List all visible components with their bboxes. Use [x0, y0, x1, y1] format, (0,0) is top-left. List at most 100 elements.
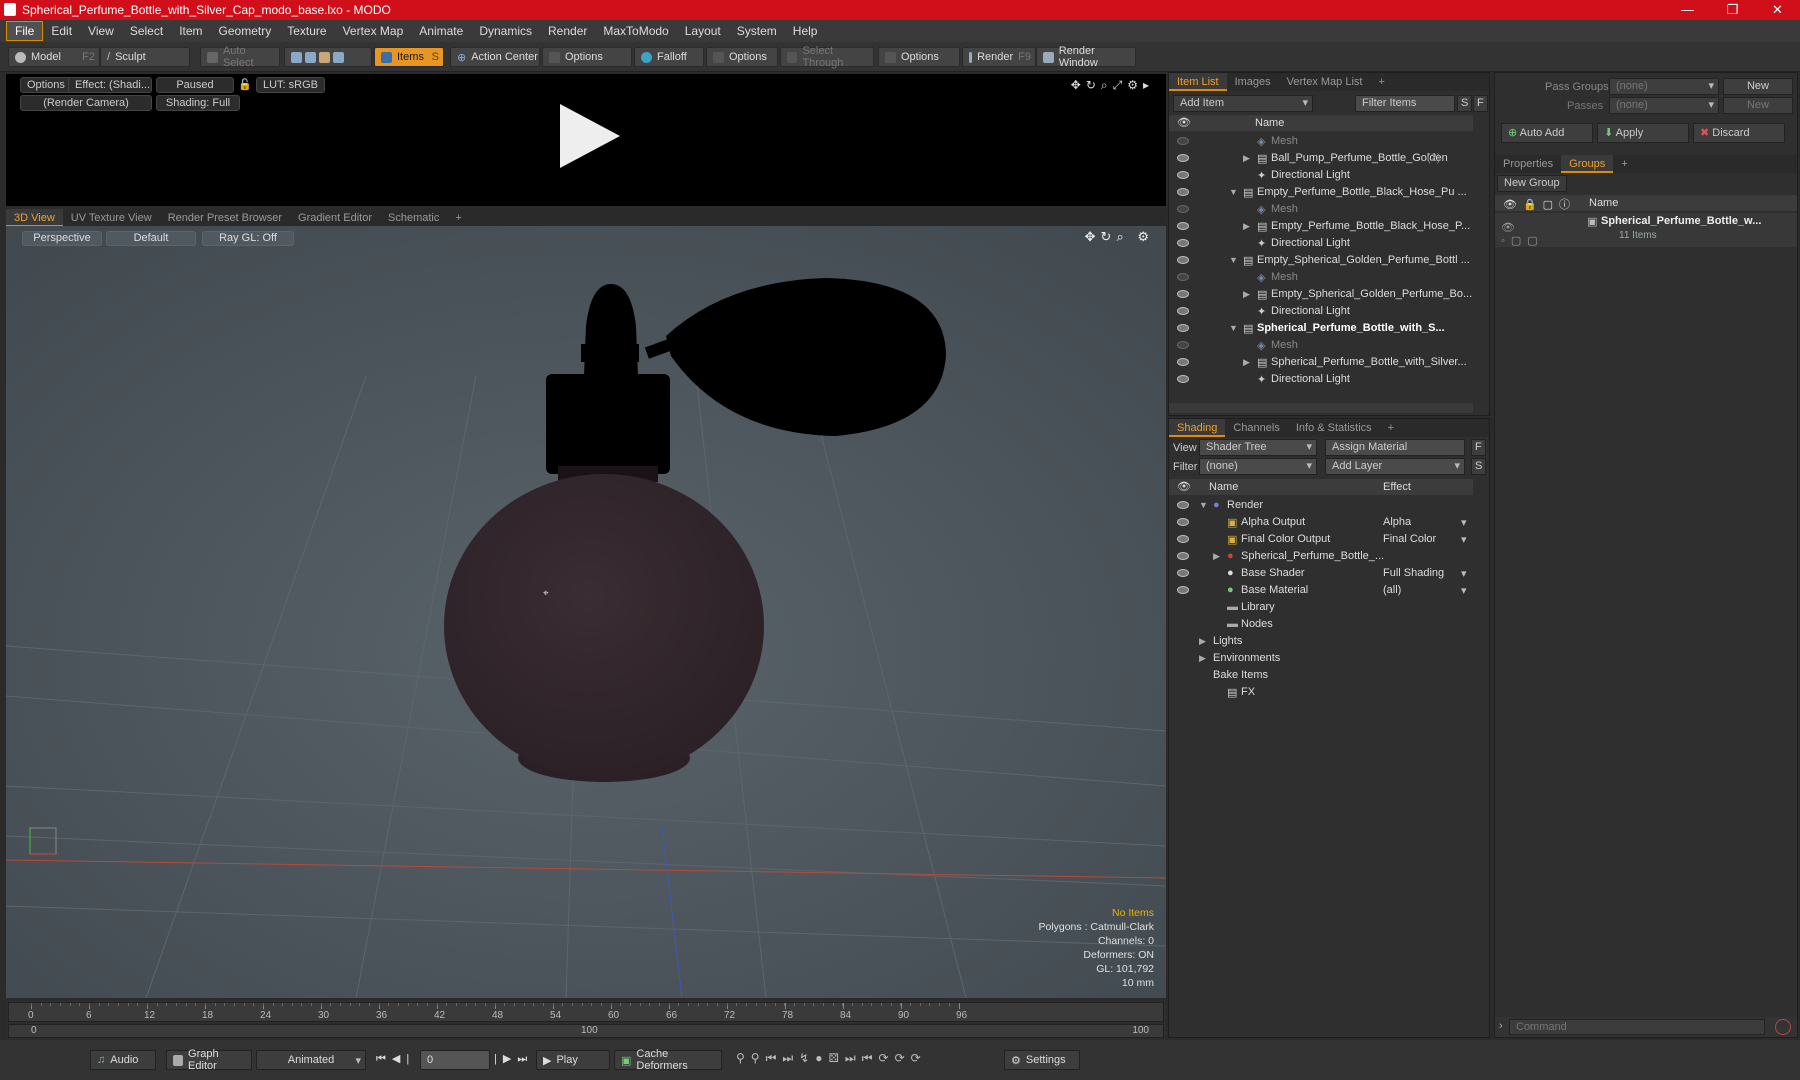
- menu-render[interactable]: Render: [540, 22, 595, 40]
- tab-shading[interactable]: Shading: [1169, 419, 1226, 437]
- menu-layout[interactable]: Layout: [677, 22, 729, 40]
- item-list-row[interactable]: ▶ ▤ Ball_Pump_Perfume_Bottle_Golden (2): [1169, 150, 1473, 167]
- expand-arrow-icon[interactable]: ▶: [1199, 653, 1209, 664]
- shader-tree-row[interactable]: ▶ Environments: [1169, 650, 1473, 667]
- timeline[interactable]: 0 6 12 18 24 30 36 42 48 54 60 66 72 78 84 90 96 0 100 1…: [6, 1000, 1166, 1040]
- tab-uv-texture-view[interactable]: UV Texture View: [63, 209, 160, 227]
- visibility-eye-icon[interactable]: [1177, 569, 1189, 577]
- effect-value[interactable]: Final Color: [1383, 533, 1436, 545]
- menu-item[interactable]: Item: [171, 22, 210, 40]
- discard-button[interactable]: ✖ Discard: [1693, 123, 1785, 143]
- item-list-row[interactable]: ▶ ▤ Spherical_Perfume_Bottle_with_Silver..…: [1169, 354, 1473, 371]
- render-options-button[interactable]: Options: [20, 77, 72, 93]
- record-icon[interactable]: [1775, 1019, 1791, 1035]
- vertices-mode-icon[interactable]: [291, 51, 302, 63]
- passes-dropdown[interactable]: (none): [1609, 97, 1719, 114]
- menu-dynamics[interactable]: Dynamics: [471, 22, 540, 40]
- cache-deformers-button[interactable]: ▣ Cache Deformers: [614, 1048, 722, 1072]
- play-button[interactable]: ▶ Play: [536, 1050, 610, 1070]
- falloff-options-button[interactable]: Options: [706, 47, 778, 67]
- key-controls-icons[interactable]: ⚲⚲⏮⏭↯●⚄⏭⏮⟳⟳⟳: [736, 1051, 927, 1066]
- menu-geometry[interactable]: Geometry: [211, 22, 280, 40]
- visibility-eye-icon[interactable]: [1177, 154, 1189, 162]
- menu-file[interactable]: File: [6, 21, 44, 41]
- model-mode-button[interactable]: Model F2: [8, 47, 100, 67]
- effect-dropdown-arrow-icon[interactable]: ▾: [1461, 567, 1467, 580]
- visibility-eye-icon[interactable]: [1177, 239, 1189, 247]
- shader-tree-row[interactable]: ● Base Material (all) ▾: [1169, 582, 1473, 599]
- audio-button[interactable]: ♫ Audio: [90, 1050, 156, 1070]
- expand-arrow-icon[interactable]: ▼: [1229, 187, 1239, 197]
- menu-help[interactable]: Help: [785, 22, 826, 40]
- visibility-eye-icon[interactable]: [1177, 375, 1189, 383]
- shader-tree-row[interactable]: ▶ Lights: [1169, 633, 1473, 650]
- visibility-eye-icon[interactable]: [1177, 552, 1189, 560]
- new-pass-button[interactable]: New: [1723, 97, 1793, 114]
- tab-[interactable]: +: [1380, 419, 1402, 437]
- expand-arrow-icon[interactable]: ▶: [1243, 289, 1253, 300]
- expand-arrow-icon[interactable]: ▶: [1243, 221, 1253, 232]
- item-list-row[interactable]: ▶ ▤ Empty_Perfume_Bottle_Black_Hose_P...: [1169, 218, 1473, 235]
- tab-[interactable]: +: [1370, 73, 1392, 91]
- item-list-row[interactable]: ▼ ▤ Spherical_Perfume_Bottle_with_S...: [1169, 320, 1473, 337]
- paused-toggle[interactable]: Paused: [156, 77, 234, 93]
- menu-animate[interactable]: Animate: [411, 22, 471, 40]
- playback-prev-controls[interactable]: ⏮◀|: [376, 1052, 415, 1066]
- name-column-header[interactable]: Name: [1255, 117, 1284, 129]
- item-list-row[interactable]: ◈ Mesh: [1169, 269, 1473, 286]
- add-item-dropdown[interactable]: Add Item: [1173, 95, 1313, 112]
- range-slider[interactable]: 0 100 100: [8, 1024, 1164, 1038]
- tab-[interactable]: +: [447, 209, 469, 227]
- effect-dropdown-arrow-icon[interactable]: ▾: [1461, 584, 1467, 597]
- render-view-controls-icon[interactable]: ✥↻⌕⤢⚙▸: [1071, 78, 1154, 93]
- group-row[interactable]: 👁◦▢▢ ▣ Spherical_Perfume_Bottle_w... 11 …: [1495, 213, 1797, 247]
- frame-input[interactable]: 0: [420, 1050, 490, 1070]
- tab-channels[interactable]: Channels: [1225, 419, 1287, 437]
- add-layer-dropdown[interactable]: Add Layer: [1325, 458, 1465, 475]
- tab-vertex-map-list[interactable]: Vertex Map List: [1279, 73, 1371, 91]
- item-list-row[interactable]: ◈ Mesh: [1169, 337, 1473, 354]
- shader-tree-row[interactable]: ▤ FX: [1169, 684, 1473, 701]
- expand-arrow-icon[interactable]: ▼: [1199, 500, 1209, 510]
- group-row-toggles[interactable]: 👁◦▢▢: [1501, 221, 1559, 247]
- visibility-eye-icon[interactable]: [1177, 256, 1189, 264]
- new-pass-group-button[interactable]: New: [1723, 78, 1793, 95]
- filter-items-input[interactable]: Filter Items: [1355, 95, 1455, 112]
- play-render-icon[interactable]: [560, 104, 620, 168]
- visibility-eye-icon[interactable]: [1177, 137, 1189, 145]
- visibility-eye-icon[interactable]: [1177, 290, 1189, 298]
- effect-dropdown[interactable]: Effect: (Shadi...: [68, 77, 152, 93]
- action-center-button[interactable]: ⊕ Action Center: [450, 47, 540, 67]
- visibility-eye-icon[interactable]: [1177, 358, 1189, 366]
- name-column-header[interactable]: Name: [1589, 197, 1618, 209]
- filter-s-button[interactable]: S: [1457, 95, 1472, 112]
- visibility-eye-icon[interactable]: [1177, 188, 1189, 196]
- effect-dropdown-arrow-icon[interactable]: ▾: [1461, 533, 1467, 546]
- item-list-row[interactable]: ▼ ▤ Empty_Perfume_Bottle_Black_Hose_Pu ...: [1169, 184, 1473, 201]
- item-list-scrollbar[interactable]: [1169, 403, 1473, 413]
- visibility-eye-icon[interactable]: [1177, 307, 1189, 315]
- tab-render-preset-browser[interactable]: Render Preset Browser: [160, 209, 290, 227]
- menu-vertex-map[interactable]: Vertex Map: [335, 22, 412, 40]
- lock-icon[interactable]: 🔓: [238, 78, 252, 91]
- shader-tree-row[interactable]: Bake Items: [1169, 667, 1473, 684]
- tab-groups[interactable]: Groups: [1561, 155, 1614, 173]
- viewport-nav-icons[interactable]: ✥↻⌕ ⚙: [1085, 229, 1154, 245]
- visibility-eye-icon[interactable]: [1177, 171, 1189, 179]
- add-layer-s-button[interactable]: S: [1471, 458, 1486, 475]
- 3d-viewport[interactable]: ⌖ Perspective Default Ray GL: Off ✥↻⌕ ⚙ …: [6, 226, 1166, 998]
- maximize-button[interactable]: ❐: [1710, 0, 1755, 20]
- select-through-options-button[interactable]: Options: [878, 47, 960, 67]
- settings-button[interactable]: ⚙ Settings: [1004, 1050, 1080, 1070]
- visibility-eye-icon[interactable]: [1177, 535, 1189, 543]
- assign-material-input[interactable]: Assign Material: [1325, 439, 1465, 456]
- shader-tree-row[interactable]: ▣ Final Color Output Final Color ▾: [1169, 531, 1473, 548]
- action-center-options-button[interactable]: Options: [542, 47, 632, 67]
- tab-item-list[interactable]: Item List: [1169, 73, 1227, 91]
- visibility-eye-icon[interactable]: [1177, 273, 1189, 281]
- auto-add-button[interactable]: ⊕ Auto Add: [1501, 123, 1593, 143]
- apply-button[interactable]: ⬇ Apply: [1597, 123, 1689, 143]
- tab-info-statistics[interactable]: Info & Statistics: [1288, 419, 1380, 437]
- shader-tree-row[interactable]: ▬ Library: [1169, 599, 1473, 616]
- visibility-eye-icon[interactable]: [1177, 222, 1189, 230]
